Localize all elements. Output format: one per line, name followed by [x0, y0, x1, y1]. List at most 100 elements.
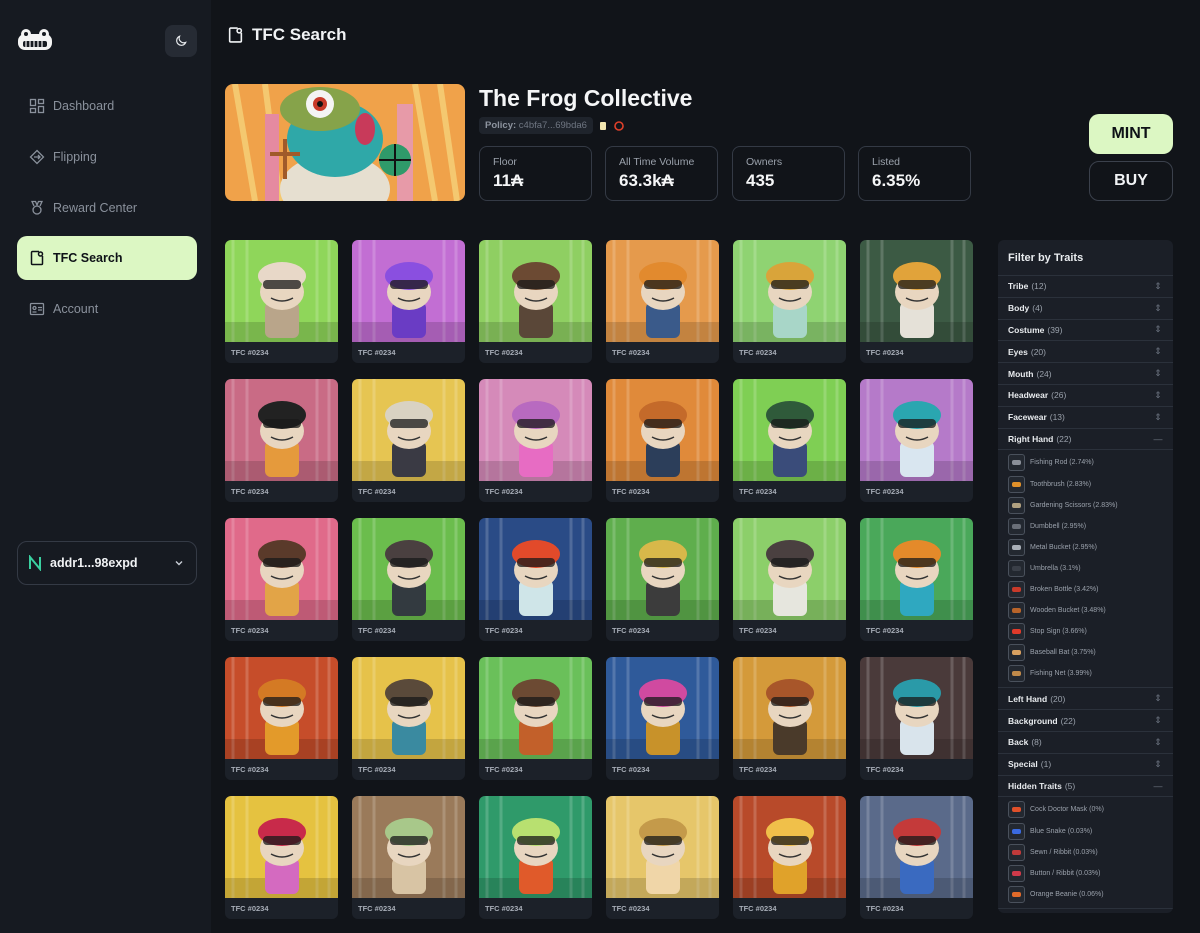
trait-value-option[interactable]: Fishing Rod (2.74%) [998, 452, 1173, 473]
trait-category[interactable]: Back (8) ⇕ [998, 732, 1173, 754]
trait-value-option[interactable]: Sewn / Ribbit (0.03%) [998, 842, 1173, 863]
nft-card[interactable]: TFC #0234 [606, 657, 719, 780]
trait-category[interactable]: Special (1) ⇕ [998, 754, 1173, 776]
collapse-icon[interactable]: — [1153, 781, 1163, 791]
expand-icon[interactable]: ⇕ [1153, 412, 1163, 423]
copy-icon[interactable] [599, 121, 608, 131]
nft-label: TFC #0234 [231, 487, 269, 496]
stat-value: 63.3k₳ [619, 171, 674, 190]
flipping-icon [29, 149, 45, 165]
trait-category[interactable]: Hidden Traits (5) — [998, 776, 1173, 798]
nft-card[interactable]: TFC #0234 [733, 518, 846, 641]
buy-button[interactable]: BUY [1089, 161, 1173, 201]
trait-category[interactable]: Mouth (24) ⇕ [998, 363, 1173, 385]
nft-card[interactable]: TFC #0234 [860, 657, 973, 780]
nav-item-flipping[interactable]: Flipping [17, 135, 197, 179]
trait-category[interactable]: Facewear (13) ⇕ [998, 407, 1173, 429]
trait-category[interactable]: Costume (39) ⇕ [998, 320, 1173, 342]
trait-value-option[interactable]: Fishing Net (3.99%) [998, 663, 1173, 684]
trait-value-option[interactable]: Broken Bottle (3.42%) [998, 579, 1173, 600]
nft-card[interactable]: TFC #0234 [352, 657, 465, 780]
trait-value-option[interactable]: Dumbbell (2.95%) [998, 516, 1173, 537]
trait-count: (1) [1040, 759, 1052, 770]
trait-value-option[interactable]: Umbrella (3.1%) [998, 558, 1173, 579]
trait-value-option[interactable]: Stop Sign (3.66%) [998, 621, 1173, 642]
nft-card[interactable]: TFC #0234 [733, 657, 846, 780]
expand-icon[interactable]: ⇕ [1153, 368, 1163, 379]
expand-icon[interactable]: ⇕ [1153, 759, 1163, 770]
chevron-down-icon [175, 561, 183, 566]
expand-icon[interactable]: ⇕ [1153, 346, 1163, 357]
nft-card[interactable]: TFC #0234 [479, 518, 592, 641]
expand-icon[interactable]: ⇕ [1153, 281, 1163, 292]
nft-card[interactable]: TFC #0234 [606, 518, 719, 641]
nft-card[interactable]: TFC #0234 [606, 379, 719, 502]
trait-count: (4) [1032, 303, 1043, 314]
nft-card[interactable]: TFC #0234 [606, 796, 719, 919]
trait-value-option[interactable]: Button / Ribbit (0.03%) [998, 863, 1173, 884]
expand-icon[interactable]: ⇕ [1153, 303, 1163, 314]
nft-card[interactable]: TFC #0234 [479, 240, 592, 363]
nft-card[interactable]: TFC #0234 [606, 240, 719, 363]
trait-value-option[interactable]: Baseball Bat (3.75%) [998, 642, 1173, 663]
nft-card[interactable]: TFC #0234 [352, 796, 465, 919]
nft-card[interactable]: TFC #0234 [352, 518, 465, 641]
nft-label: TFC #0234 [866, 904, 904, 913]
wallet-selector[interactable]: addr1...98expd [17, 541, 197, 585]
nav-item-dashboard[interactable]: Dashboard [17, 84, 197, 128]
nft-image [352, 240, 465, 342]
nav-item-reward-center[interactable]: Reward Center [17, 186, 197, 230]
filter-title: Filter by Traits [998, 240, 1173, 276]
trait-category[interactable]: Body (4) ⇕ [998, 298, 1173, 320]
nft-card[interactable]: TFC #0234 [733, 796, 846, 919]
nft-card[interactable]: TFC #0234 [225, 240, 338, 363]
trait-thumbnail-icon [1008, 602, 1025, 620]
stat-value: 435 [746, 171, 775, 190]
trait-value-option[interactable]: Wooden Bucket (3.48%) [998, 600, 1173, 621]
trait-value-option[interactable]: Cock Doctor Mask (0%) [998, 799, 1173, 820]
trait-value-option[interactable]: Gardening Scissors (2.83%) [998, 495, 1173, 516]
nft-card[interactable]: TFC #0234 [479, 379, 592, 502]
nft-card[interactable]: TFC #0234 [479, 796, 592, 919]
nft-image [860, 518, 973, 620]
expand-icon[interactable]: ⇕ [1153, 737, 1163, 748]
nft-card[interactable]: TFC #0234 [860, 240, 973, 363]
collapse-icon[interactable]: — [1153, 434, 1163, 444]
expand-icon[interactable]: ⇕ [1153, 715, 1163, 726]
frog-logo-icon[interactable] [17, 28, 53, 52]
nft-card[interactable]: TFC #0234 [225, 796, 338, 919]
expand-icon[interactable]: ⇕ [1153, 390, 1163, 401]
trait-category[interactable]: Background (22) ⇕ [998, 710, 1173, 732]
trait-thumbnail-icon [1008, 475, 1025, 493]
trait-category[interactable]: Eyes (20) ⇕ [998, 341, 1173, 364]
trait-category[interactable]: Left Hand (20) ⇕ [998, 688, 1173, 711]
nft-card[interactable]: TFC #0234 [860, 518, 973, 641]
trait-category[interactable]: Right Hand (22) — [998, 429, 1173, 451]
trait-category[interactable]: Tribe (12) ⇕ [998, 276, 1173, 298]
trait-value-option[interactable]: Orange Beanie (0.06%) [998, 884, 1173, 905]
trait-value-option[interactable]: Toothbrush (2.83%) [998, 473, 1173, 494]
nft-card[interactable]: TFC #0234 [225, 379, 338, 502]
pool-pm-icon[interactable] [614, 120, 624, 131]
trait-value-option[interactable]: Metal Bucket (2.95%) [998, 537, 1173, 558]
expand-icon[interactable]: ⇕ [1153, 324, 1163, 335]
nft-image [606, 379, 719, 481]
nav-item-tfc-search[interactable]: TFC Search [17, 236, 197, 280]
nft-card[interactable]: TFC #0234 [733, 379, 846, 502]
nav-item-account[interactable]: Account [17, 287, 197, 331]
nft-card[interactable]: TFC #0234 [352, 379, 465, 502]
nft-card[interactable]: TFC #0234 [733, 240, 846, 363]
expand-icon[interactable]: ⇕ [1153, 693, 1163, 704]
theme-toggle-button[interactable] [165, 25, 197, 57]
trait-value-option[interactable]: Blue Snake (0.03%) [998, 820, 1173, 841]
nft-card[interactable]: TFC #0234 [860, 379, 973, 502]
trait-category[interactable]: Headwear (26) ⇕ [998, 385, 1173, 407]
nft-card[interactable]: TFC #0234 [225, 518, 338, 641]
trait-value-label: Toothbrush (2.83%) [1030, 480, 1092, 488]
mint-button[interactable]: MINT [1089, 114, 1173, 154]
nft-card[interactable]: TFC #0234 [225, 657, 338, 780]
nft-card[interactable]: TFC #0234 [860, 796, 973, 919]
nft-card[interactable]: TFC #0234 [352, 240, 465, 363]
nft-card[interactable]: TFC #0234 [479, 657, 592, 780]
nft-label: TFC #0234 [739, 904, 777, 913]
